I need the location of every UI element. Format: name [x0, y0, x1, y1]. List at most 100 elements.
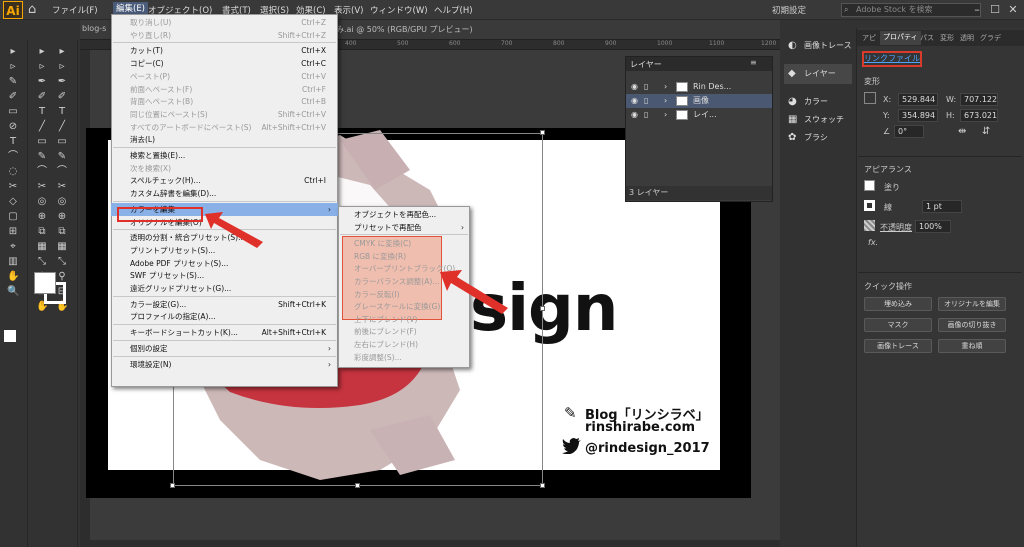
close-icon[interactable]: ✕ [1006, 3, 1020, 17]
pen-icon[interactable]: ✎ [7, 76, 19, 88]
visibility-icon[interactable]: ◉ [631, 108, 638, 122]
properties-tab-0[interactable]: アピ [862, 33, 876, 43]
artboard-icon[interactable]: ▢ [7, 211, 19, 223]
layers-panel-title[interactable]: レイヤー [630, 59, 662, 70]
visibility-icon[interactable]: ◉ [631, 80, 638, 94]
dock-item-1[interactable]: ◆ レイヤー [784, 64, 852, 84]
selection-handle[interactable] [355, 483, 360, 488]
tool-icon[interactable]: ⌒ [36, 166, 48, 178]
lock-icon[interactable]: ▯ [644, 80, 648, 94]
dock-item-3[interactable]: ▦ スウォッチ [784, 110, 852, 130]
edit-menu-item[interactable]: カスタム辞書を編集(D)... [111, 187, 338, 200]
tool-icon[interactable]: ✐ [36, 91, 48, 103]
tool-icon[interactable]: T [36, 106, 48, 118]
tool-icon[interactable]: ⌒ [56, 166, 68, 178]
stroke-weight-field[interactable]: 1 pt [922, 200, 962, 213]
tool-icon[interactable]: ▹ [36, 61, 48, 73]
panel-menu-icon[interactable]: ≡ [750, 58, 757, 67]
menu-6[interactable]: 表示(V) [334, 4, 363, 16]
h-field[interactable]: 673.021 [960, 109, 998, 122]
properties-tab-4[interactable]: 透明 [960, 33, 974, 43]
eyedropper-icon[interactable]: ⌖ [7, 241, 19, 253]
tool-icon[interactable]: ▦ [56, 241, 68, 253]
selection-handle[interactable] [170, 483, 175, 488]
tool-icon[interactable]: ✂ [36, 181, 48, 193]
crop-image-button[interactable]: 画像の切り抜き [938, 318, 1006, 332]
shape-builder-icon[interactable]: ◇ [7, 196, 19, 208]
edit-menu-item[interactable]: キーボードショートカット(K)... Alt+Shift+Ctrl+K [111, 326, 338, 339]
curvature-icon[interactable]: ⌒ [7, 151, 19, 163]
workspace-switcher[interactable]: 初期設定 [772, 4, 806, 16]
lock-icon[interactable]: ▯ [644, 94, 648, 108]
embed-button[interactable]: 埋め込み [864, 297, 932, 311]
tool-icon[interactable]: ⊕ [36, 211, 48, 223]
angle-field[interactable]: 0° [894, 125, 924, 138]
color-submenu-item[interactable]: プリセットで再配色 › [338, 221, 470, 234]
selection-handle[interactable] [540, 483, 545, 488]
fill-color-swatch[interactable] [34, 272, 56, 294]
blob-icon[interactable]: ◌ [7, 166, 19, 178]
tool-icon[interactable]: ◎ [56, 196, 68, 208]
edit-menu-item[interactable]: プロファイルの指定(A)... [111, 310, 338, 323]
edit-menu-item[interactable]: 消去(L) [111, 133, 338, 146]
tool-icon[interactable]: ✂ [56, 181, 68, 193]
tool-icon[interactable]: ⧉ [56, 226, 68, 238]
app-logo[interactable]: Ai [3, 1, 23, 19]
document-tab-title[interactable]: み.ai @ 50% (RGB/GPU プレビュー) [336, 24, 473, 35]
tool-icon[interactable]: T [56, 106, 68, 118]
tool-icon[interactable]: ╱ [56, 121, 68, 133]
chart-icon[interactable]: ▥ [7, 256, 19, 268]
flip-horizontal-icon[interactable]: ⇹ [958, 126, 966, 137]
dock-item-4[interactable]: ✿ ブラシ [784, 128, 852, 148]
edit-menu-item[interactable]: 検索と置換(E)... [111, 149, 338, 162]
edit-original-button[interactable]: オリジナルを編集 [938, 297, 1006, 311]
edit-menu-item[interactable]: スペルチェック(H)... Ctrl+I [111, 174, 338, 187]
tool-icon[interactable]: ▭ [36, 136, 48, 148]
tool-icon[interactable]: ⤡ [56, 256, 68, 268]
pencil-tool-icon[interactable]: ✐ [7, 91, 19, 103]
menu-0[interactable]: ファイル(F) [52, 4, 98, 16]
reference-point-icon[interactable] [864, 92, 876, 104]
flip-vertical-icon[interactable]: ⇵ [982, 126, 990, 137]
dock-item-2[interactable]: ◕ カラー [784, 92, 852, 112]
scissors-icon[interactable]: ✂ [7, 181, 19, 193]
edit-menu-item[interactable]: コピー(C) Ctrl+C [111, 57, 338, 70]
color-submenu-item[interactable]: オブジェクトを再配色... [338, 208, 470, 221]
edit-menu-item[interactable]: Adobe PDF プリセット(S)... [111, 257, 338, 270]
edit-menu-item[interactable]: カラー設定(G)... Shift+Ctrl+K [111, 298, 338, 311]
mask-button[interactable]: マスク [864, 318, 932, 332]
chevron-right-icon[interactable]: › [664, 108, 667, 122]
edit-menu-item[interactable]: 遠近グリッドプリセット(G)... [111, 282, 338, 295]
minimize-icon[interactable]: – [970, 3, 984, 17]
fill-swatch[interactable] [864, 180, 875, 191]
menu-7[interactable]: ウィンドウ(W) [370, 4, 428, 16]
properties-tab-1[interactable]: プロパティ [880, 31, 921, 45]
stroke-swatch[interactable] [864, 200, 875, 211]
selection-handle[interactable] [540, 306, 545, 311]
edit-menu-item[interactable]: 個別の設定 › [111, 342, 338, 355]
selection-tool-icon[interactable]: ▸ [7, 46, 19, 58]
layer-row[interactable]: ◉ ▯ › レイ... [626, 108, 772, 122]
w-field[interactable]: 707.122 [960, 93, 998, 106]
tool-icon[interactable]: ⊕ [56, 211, 68, 223]
tool-icon[interactable]: ▸ [56, 46, 68, 58]
grid-icon[interactable]: ⊞ [7, 226, 19, 238]
selection-handle[interactable] [540, 130, 545, 135]
edit-menu-item[interactable]: SWF プリセット(S)... [111, 269, 338, 282]
tool-icon[interactable]: ▸ [36, 46, 48, 58]
chevron-right-icon[interactable]: › [664, 94, 667, 108]
layer-row[interactable]: ◉ ▯ › Rin Des... [626, 80, 772, 94]
stock-search-input[interactable]: Adobe Stock を検索 [841, 3, 981, 17]
hand-icon[interactable]: ✋ [7, 271, 19, 283]
opacity-label[interactable]: 不透明度 [880, 222, 912, 233]
tool-icon[interactable]: ✎ [36, 151, 48, 163]
fill-swatch-small[interactable] [4, 330, 16, 342]
dock-item-0[interactable]: ◐ 画像トレース [784, 36, 852, 56]
tool-icon[interactable]: ✎ [56, 151, 68, 163]
tool-icon[interactable]: ▹ [56, 61, 68, 73]
direct-select-icon[interactable]: ▹ [7, 61, 19, 73]
document-tab[interactable]: blog-s [82, 24, 106, 33]
rectangle-icon[interactable]: ▭ [7, 106, 19, 118]
tool-icon[interactable]: ▦ [36, 241, 48, 253]
chevron-right-icon[interactable]: › [664, 80, 667, 94]
